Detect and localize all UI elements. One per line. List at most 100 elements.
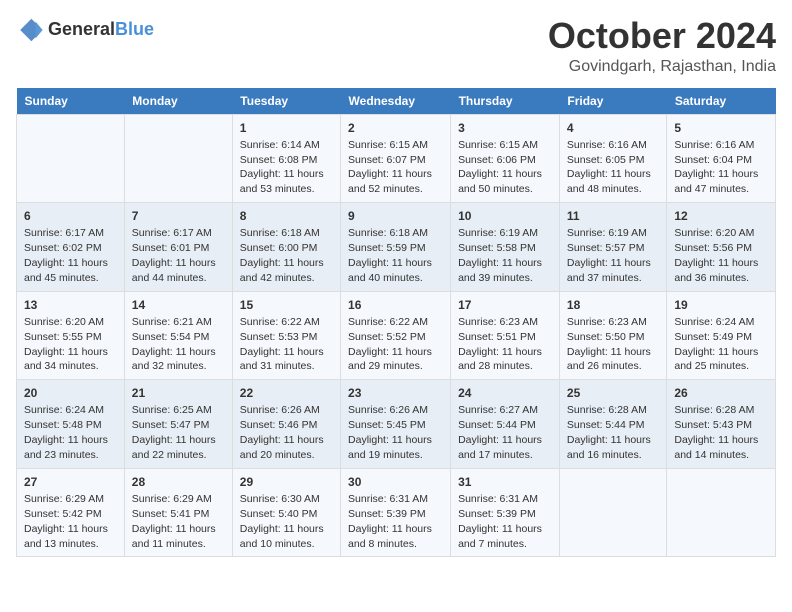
header-friday: Friday (559, 88, 666, 115)
week-row-2: 6 Sunrise: 6:17 AMSunset: 6:02 PMDaylight… (17, 203, 776, 292)
day-number: 30 (348, 474, 443, 490)
calendar-cell: 15 Sunrise: 6:22 AMSunset: 5:53 PMDayligh… (232, 291, 340, 380)
calendar-cell: 2 Sunrise: 6:15 AMSunset: 6:07 PMDaylight… (341, 114, 451, 203)
calendar-cell: 7 Sunrise: 6:17 AMSunset: 6:01 PMDaylight… (124, 203, 232, 292)
sunrise-text: Sunrise: 6:19 AMSunset: 5:57 PMDaylight:… (567, 227, 651, 284)
day-number: 26 (674, 385, 768, 401)
calendar-cell (17, 114, 125, 203)
sunrise-text: Sunrise: 6:23 AMSunset: 5:50 PMDaylight:… (567, 316, 651, 373)
calendar-cell: 5 Sunrise: 6:16 AMSunset: 6:04 PMDaylight… (667, 114, 776, 203)
day-number: 1 (240, 120, 333, 136)
sunrise-text: Sunrise: 6:27 AMSunset: 5:44 PMDaylight:… (458, 404, 542, 461)
sunrise-text: Sunrise: 6:24 AMSunset: 5:48 PMDaylight:… (24, 404, 108, 461)
sunrise-text: Sunrise: 6:22 AMSunset: 5:53 PMDaylight:… (240, 316, 324, 373)
header-monday: Monday (124, 88, 232, 115)
sunrise-text: Sunrise: 6:24 AMSunset: 5:49 PMDaylight:… (674, 316, 758, 373)
calendar-cell: 14 Sunrise: 6:21 AMSunset: 5:54 PMDayligh… (124, 291, 232, 380)
day-number: 29 (240, 474, 333, 490)
day-number: 8 (240, 208, 333, 224)
day-number: 4 (567, 120, 659, 136)
day-number: 10 (458, 208, 552, 224)
day-number: 18 (567, 297, 659, 313)
calendar-cell: 26 Sunrise: 6:28 AMSunset: 5:43 PMDayligh… (667, 380, 776, 469)
logo-general: General (48, 20, 115, 40)
calendar-cell: 23 Sunrise: 6:26 AMSunset: 5:45 PMDayligh… (341, 380, 451, 469)
location-subtitle: Govindgarh, Rajasthan, India (548, 58, 776, 76)
sunrise-text: Sunrise: 6:26 AMSunset: 5:46 PMDaylight:… (240, 404, 324, 461)
calendar-cell: 28 Sunrise: 6:29 AMSunset: 5:41 PMDayligh… (124, 468, 232, 557)
calendar-cell: 18 Sunrise: 6:23 AMSunset: 5:50 PMDayligh… (559, 291, 666, 380)
day-number: 19 (674, 297, 768, 313)
day-number: 14 (132, 297, 225, 313)
day-number: 3 (458, 120, 552, 136)
day-number: 6 (24, 208, 117, 224)
calendar-table: SundayMondayTuesdayWednesdayThursdayFrid… (16, 88, 776, 558)
sunrise-text: Sunrise: 6:23 AMSunset: 5:51 PMDaylight:… (458, 316, 542, 373)
calendar-cell: 25 Sunrise: 6:28 AMSunset: 5:44 PMDayligh… (559, 380, 666, 469)
day-number: 16 (348, 297, 443, 313)
sunrise-text: Sunrise: 6:28 AMSunset: 5:44 PMDaylight:… (567, 404, 651, 461)
calendar-cell: 22 Sunrise: 6:26 AMSunset: 5:46 PMDayligh… (232, 380, 340, 469)
sunrise-text: Sunrise: 6:26 AMSunset: 5:45 PMDaylight:… (348, 404, 432, 461)
month-title: October 2024 (548, 16, 776, 56)
calendar-cell: 11 Sunrise: 6:19 AMSunset: 5:57 PMDayligh… (559, 203, 666, 292)
calendar-cell: 10 Sunrise: 6:19 AMSunset: 5:58 PMDayligh… (451, 203, 560, 292)
logo-blue: Blue (115, 20, 154, 40)
sunrise-text: Sunrise: 6:16 AMSunset: 6:05 PMDaylight:… (567, 139, 651, 196)
calendar-cell: 6 Sunrise: 6:17 AMSunset: 6:02 PMDaylight… (17, 203, 125, 292)
sunrise-text: Sunrise: 6:25 AMSunset: 5:47 PMDaylight:… (132, 404, 216, 461)
sunrise-text: Sunrise: 6:17 AMSunset: 6:01 PMDaylight:… (132, 227, 216, 284)
day-number: 27 (24, 474, 117, 490)
sunrise-text: Sunrise: 6:18 AMSunset: 5:59 PMDaylight:… (348, 227, 432, 284)
day-number: 13 (24, 297, 117, 313)
calendar-cell: 4 Sunrise: 6:16 AMSunset: 6:05 PMDaylight… (559, 114, 666, 203)
sunrise-text: Sunrise: 6:16 AMSunset: 6:04 PMDaylight:… (674, 139, 758, 196)
sunrise-text: Sunrise: 6:20 AMSunset: 5:56 PMDaylight:… (674, 227, 758, 284)
day-number: 23 (348, 385, 443, 401)
calendar-cell: 1 Sunrise: 6:14 AMSunset: 6:08 PMDaylight… (232, 114, 340, 203)
week-row-4: 20 Sunrise: 6:24 AMSunset: 5:48 PMDayligh… (17, 380, 776, 469)
sunrise-text: Sunrise: 6:21 AMSunset: 5:54 PMDaylight:… (132, 316, 216, 373)
week-row-5: 27 Sunrise: 6:29 AMSunset: 5:42 PMDayligh… (17, 468, 776, 557)
day-number: 15 (240, 297, 333, 313)
calendar-cell: 20 Sunrise: 6:24 AMSunset: 5:48 PMDayligh… (17, 380, 125, 469)
sunrise-text: Sunrise: 6:30 AMSunset: 5:40 PMDaylight:… (240, 493, 324, 550)
calendar-cell: 29 Sunrise: 6:30 AMSunset: 5:40 PMDayligh… (232, 468, 340, 557)
day-number: 28 (132, 474, 225, 490)
sunrise-text: Sunrise: 6:29 AMSunset: 5:42 PMDaylight:… (24, 493, 108, 550)
sunrise-text: Sunrise: 6:19 AMSunset: 5:58 PMDaylight:… (458, 227, 542, 284)
calendar-cell: 13 Sunrise: 6:20 AMSunset: 5:55 PMDayligh… (17, 291, 125, 380)
sunrise-text: Sunrise: 6:17 AMSunset: 6:02 PMDaylight:… (24, 227, 108, 284)
week-row-1: 1 Sunrise: 6:14 AMSunset: 6:08 PMDaylight… (17, 114, 776, 203)
title-block: October 2024 Govindgarh, Rajasthan, Indi… (548, 16, 776, 76)
day-number: 31 (458, 474, 552, 490)
sunrise-text: Sunrise: 6:15 AMSunset: 6:06 PMDaylight:… (458, 139, 542, 196)
sunrise-text: Sunrise: 6:14 AMSunset: 6:08 PMDaylight:… (240, 139, 324, 196)
day-number: 20 (24, 385, 117, 401)
sunrise-text: Sunrise: 6:28 AMSunset: 5:43 PMDaylight:… (674, 404, 758, 461)
day-number: 11 (567, 208, 659, 224)
sunrise-text: Sunrise: 6:22 AMSunset: 5:52 PMDaylight:… (348, 316, 432, 373)
calendar-cell (124, 114, 232, 203)
day-number: 5 (674, 120, 768, 136)
calendar-cell: 21 Sunrise: 6:25 AMSunset: 5:47 PMDayligh… (124, 380, 232, 469)
day-number: 7 (132, 208, 225, 224)
sunrise-text: Sunrise: 6:29 AMSunset: 5:41 PMDaylight:… (132, 493, 216, 550)
day-number: 21 (132, 385, 225, 401)
calendar-cell: 31 Sunrise: 6:31 AMSunset: 5:39 PMDayligh… (451, 468, 560, 557)
day-number: 25 (567, 385, 659, 401)
sunrise-text: Sunrise: 6:18 AMSunset: 6:00 PMDaylight:… (240, 227, 324, 284)
calendar-cell: 27 Sunrise: 6:29 AMSunset: 5:42 PMDayligh… (17, 468, 125, 557)
sunrise-text: Sunrise: 6:31 AMSunset: 5:39 PMDaylight:… (348, 493, 432, 550)
sunrise-text: Sunrise: 6:31 AMSunset: 5:39 PMDaylight:… (458, 493, 542, 550)
logo-icon (16, 16, 44, 44)
calendar-cell: 17Sunrise: 6:23 AMSunset: 5:51 PMDayligh… (451, 291, 560, 380)
header-tuesday: Tuesday (232, 88, 340, 115)
calendar-cell: 8 Sunrise: 6:18 AMSunset: 6:00 PMDaylight… (232, 203, 340, 292)
day-number: 22 (240, 385, 333, 401)
sunrise-text: Sunrise: 6:20 AMSunset: 5:55 PMDaylight:… (24, 316, 108, 373)
header-sunday: Sunday (17, 88, 125, 115)
sunrise-text: Sunrise: 6:15 AMSunset: 6:07 PMDaylight:… (348, 139, 432, 196)
day-number: 24 (458, 385, 552, 401)
day-number: 2 (348, 120, 443, 136)
